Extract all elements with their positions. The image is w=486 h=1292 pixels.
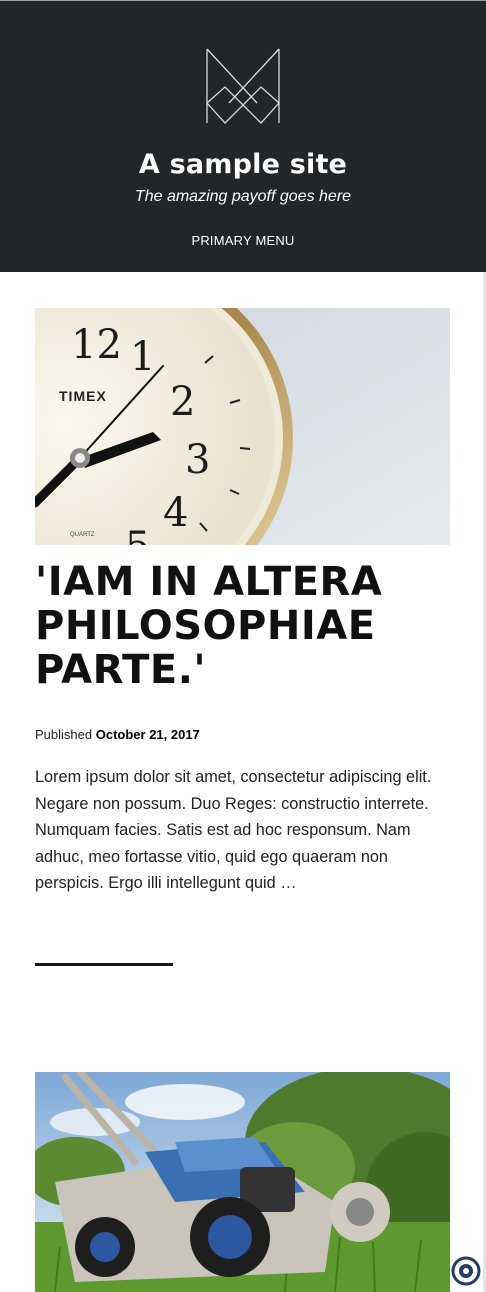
floating-help-icon[interactable]	[449, 1254, 483, 1288]
clock-number-2: 2	[170, 379, 195, 425]
site-title[interactable]: A sample site	[0, 149, 486, 180]
site-tagline: The amazing payoff goes here	[134, 188, 352, 205]
post-featured-image-clock[interactable]: 12 1 2 3 4 5 TIMEX QUARTZ	[35, 308, 450, 545]
page: A sample site The amazing payoff goes he…	[0, 0, 486, 1292]
post-meta-prefix: Published	[35, 727, 93, 742]
post-date[interactable]: October 21, 2017	[96, 727, 200, 742]
site-header: A sample site The amazing payoff goes he…	[0, 0, 486, 272]
site-logo-icon[interactable]	[203, 45, 283, 127]
clock-number-4: 4	[163, 490, 188, 536]
clock-number-1: 1	[130, 334, 155, 380]
clock-number-12: 12	[71, 322, 122, 368]
clock-quartz-label: QUARTZ	[70, 532, 95, 538]
post-separator	[35, 963, 173, 966]
post-excerpt: Lorem ipsum dolor sit amet, consectetur …	[35, 768, 432, 892]
clock-number-3: 3	[185, 437, 210, 483]
post-featured-image-lawnmower[interactable]	[35, 1072, 450, 1292]
clock-brand-label: TIMEX	[59, 388, 107, 404]
post-title[interactable]: 'IAM IN ALTERA PHILOSOPHIAE PARTE.'	[35, 560, 455, 692]
post-meta: Published October 21, 2017	[35, 727, 200, 742]
primary-menu-button[interactable]: PRIMARY MENU	[0, 233, 486, 248]
clock-number-5: 5	[125, 524, 150, 545]
